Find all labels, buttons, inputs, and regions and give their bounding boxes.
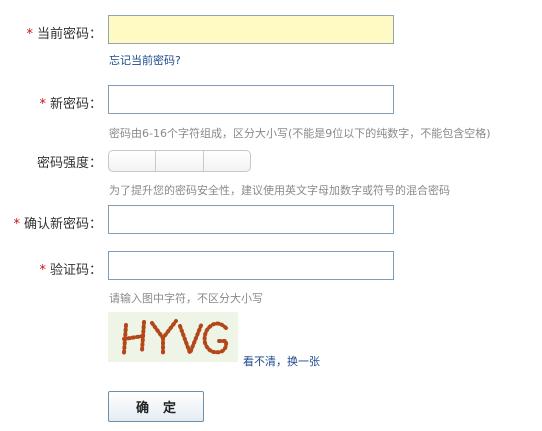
required-mark: * xyxy=(39,263,46,278)
forgot-password-link[interactable]: 忘记当前密码? xyxy=(109,52,181,68)
new-password-hint: 密码由6-16个字符组成，区分大小写(不能是9位以下的纯数字，不能包含空格) xyxy=(109,127,491,140)
current-password-label: * 当前密码： xyxy=(0,23,102,42)
new-password-label-text: 新密码： xyxy=(49,97,102,112)
captcha-hint: 请输入图中字符，不区分大小写 xyxy=(109,292,263,305)
required-mark: * xyxy=(13,217,20,232)
current-password-label-text: 当前密码： xyxy=(36,27,102,42)
new-password-input[interactable] xyxy=(108,85,394,114)
strength-segment-medium xyxy=(156,151,204,171)
captcha-glyph-2 xyxy=(150,319,178,356)
captcha-label-text: 验证码： xyxy=(49,263,102,278)
new-password-label: * 新密码： xyxy=(0,93,102,112)
captcha-graphic xyxy=(122,319,229,356)
required-mark: * xyxy=(26,27,33,42)
captcha-image xyxy=(108,312,238,362)
captcha-glyph-1 xyxy=(122,320,146,355)
captcha-glyph-3 xyxy=(178,321,204,355)
captcha-glyphs xyxy=(122,319,229,356)
confirm-password-input[interactable] xyxy=(108,205,394,234)
confirm-password-label-text: 确认新密码： xyxy=(23,217,102,232)
captcha-label: * 验证码： xyxy=(0,259,102,278)
strength-segment-weak xyxy=(109,151,157,171)
current-password-input[interactable] xyxy=(108,15,394,44)
submit-button[interactable]: 确定 xyxy=(108,391,204,422)
required-mark: * xyxy=(39,97,46,112)
captcha-glyph-4 xyxy=(202,321,229,355)
password-strength-hint: 为了提升您的密码安全性，建议使用英文字母加数字或符号的混合密码 xyxy=(109,184,450,197)
strength-segment-strong xyxy=(204,151,250,171)
password-strength-meter xyxy=(108,150,251,172)
captcha-input[interactable] xyxy=(108,251,394,280)
confirm-password-label: * 确认新密码： xyxy=(0,213,102,232)
password-strength-label: 密码强度： xyxy=(36,156,102,171)
refresh-captcha-link[interactable]: 看不清，换一张 xyxy=(243,353,320,369)
